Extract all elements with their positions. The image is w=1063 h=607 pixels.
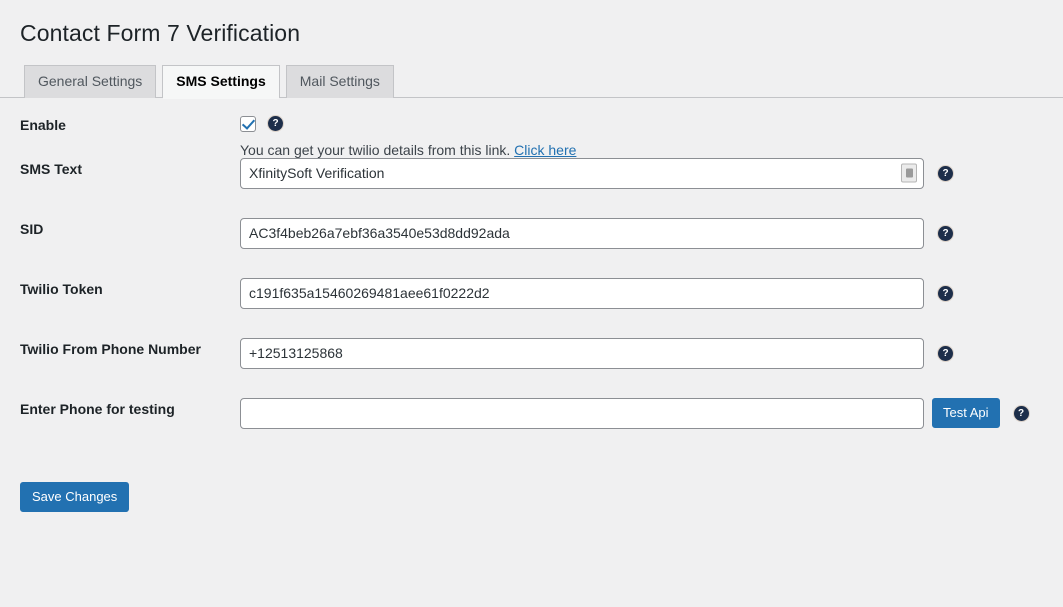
form-row-twilio-token: Twilio Token ? xyxy=(0,277,1063,338)
form-row-test-phone: Enter Phone for testing Test Api ? xyxy=(0,397,1063,458)
enable-label: Enable xyxy=(20,116,66,133)
save-changes-button[interactable]: Save Changes xyxy=(20,481,130,512)
question-mark-icon[interactable]: ? xyxy=(268,116,283,132)
sms-text-label: SMS Text xyxy=(20,160,82,177)
sms-settings-form: Enable ? You can get your twilio details… xyxy=(0,98,1063,512)
enable-hint-text: You can get your twilio details from thi… xyxy=(240,141,511,158)
test-phone-input[interactable] xyxy=(240,397,924,429)
question-mark-icon[interactable]: ? xyxy=(938,165,953,181)
form-row-sid: SID ? xyxy=(0,217,1063,278)
sms-text-input-wrap xyxy=(240,157,924,189)
tab-mail-settings[interactable]: Mail Settings xyxy=(285,64,394,98)
autofill-contact-icon[interactable] xyxy=(901,163,917,183)
question-mark-icon[interactable]: ? xyxy=(938,285,953,301)
save-row: Save Changes xyxy=(0,458,1063,512)
enable-checkbox[interactable] xyxy=(240,115,256,132)
test-phone-label: Enter Phone for testing xyxy=(20,400,175,417)
twilio-from-phone-input[interactable] xyxy=(240,337,924,369)
page-title: Contact Form 7 Verification xyxy=(20,20,301,46)
twilio-details-link[interactable]: Click here xyxy=(514,142,576,158)
tab-general-settings[interactable]: General Settings xyxy=(24,64,157,98)
sms-text-input[interactable] xyxy=(240,157,924,189)
tab-sms-settings[interactable]: SMS Settings xyxy=(162,64,280,99)
question-mark-icon[interactable]: ? xyxy=(938,345,953,361)
form-row-sms-text: SMS Text ? xyxy=(0,157,1063,218)
twilio-from-phone-label: Twilio From Phone Number xyxy=(20,340,201,357)
question-mark-icon[interactable]: ? xyxy=(938,225,953,241)
form-row-twilio-from-phone: Twilio From Phone Number ? xyxy=(0,337,1063,398)
twilio-token-label: Twilio Token xyxy=(20,280,103,297)
question-mark-icon[interactable]: ? xyxy=(1013,405,1029,421)
form-row-enable: Enable ? You can get your twilio details… xyxy=(0,98,1063,158)
sid-input[interactable] xyxy=(240,217,924,249)
sid-label: SID xyxy=(20,220,44,237)
twilio-token-input[interactable] xyxy=(240,277,924,309)
test-api-button[interactable]: Test Api xyxy=(932,398,1000,429)
tab-bar: General Settings SMS Settings Mail Setting… xyxy=(0,64,1063,99)
